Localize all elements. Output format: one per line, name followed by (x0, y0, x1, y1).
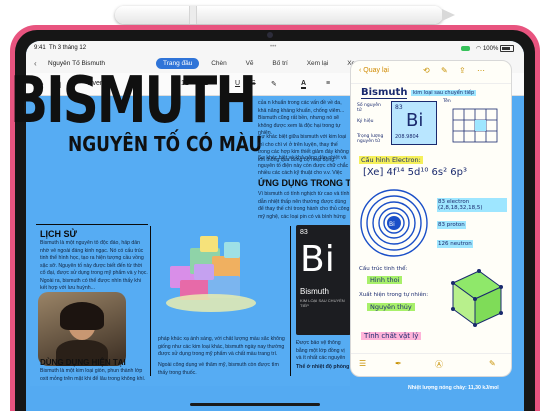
column-divider (150, 226, 151, 376)
note-element-box: 83 Bi 208.9804 (391, 101, 437, 145)
highlight-icon[interactable]: ✎ (271, 80, 277, 88)
hair-shape (60, 302, 104, 330)
notes-bottom-bar: ☰ ✒ Ⓐ ✎ (351, 353, 511, 376)
note-crystal-value: Hình thoi (367, 276, 403, 284)
note-physical-heading: Tính chất vật lý (361, 332, 422, 340)
applications-heading: ỨNG DỤNG TRONG TƯ (258, 178, 359, 188)
share-icon[interactable]: ⇪ (459, 66, 466, 75)
notes-back-button: Quay lại (363, 67, 389, 74)
medical-paragraph: Bismuth là một kim loại giòn, phun thành… (40, 368, 146, 382)
note-atom-diagram: Bi (360, 189, 428, 257)
note-symbol-label: Ký hiệu (357, 119, 374, 124)
compose-icon[interactable]: ✎ (489, 359, 496, 368)
markup-pen-icon[interactable]: ✒ (395, 359, 402, 368)
note-box-symbol: Bi (406, 110, 424, 131)
note-proton-count: 83 proton (437, 221, 466, 229)
multitask-dots-icon[interactable]: ••• (270, 44, 276, 50)
element-note-paragraph: Được bảo vệ thông bằng một lớp đồng vị v… (296, 340, 346, 361)
element-category: KIM LOẠI SAU CHUYỂN TIẾP (300, 298, 345, 308)
note-element-category: kim loại sau chuyển tiếp (411, 90, 477, 96)
element-foot-label: Thể ở nhiệt độ phòng (296, 364, 350, 370)
section-divider (36, 224, 148, 225)
note-mass-label: Trọng lượng nguyên tử (357, 134, 384, 144)
camera-icon (267, 32, 273, 38)
facetime-video-thumbnail[interactable] (38, 292, 126, 366)
checklist-icon[interactable]: ☰ (359, 359, 366, 368)
note-electron-heading: Cấu hình Electron: (359, 156, 423, 164)
pencil-tip (442, 9, 455, 21)
intro-paragraph-3: Sự khác biệt về khả năng dẫn nhiệt và ng… (258, 155, 349, 175)
element-symbol: Bi (300, 239, 335, 280)
intro-paragraph: của n khuẩn trong các vấn đề về da, khả … (258, 100, 345, 136)
text-format-icon[interactable]: Ⓐ (435, 359, 443, 370)
bismuth-crystal-image (160, 228, 260, 323)
history-heading: LỊCH SỬ (40, 229, 77, 239)
note-nature-heading: Xuất hiện trong tự nhiên: (359, 292, 429, 298)
column-divider-2 (290, 226, 291, 376)
note-nature-value: Nguyên thủy (367, 303, 415, 311)
element-number: 83 (300, 229, 308, 236)
wifi-icon: ◠ (476, 46, 482, 53)
caption-paragraph: pháp khúc xạ ánh sáng, với chất lượng mà… (158, 336, 285, 357)
battery-icon (500, 45, 514, 52)
note-element-title: Bismuth (361, 87, 408, 99)
note-crystal-cube (451, 269, 503, 327)
pen-tool-icon[interactable]: ✎ (441, 66, 448, 75)
note-periodic-grid (452, 108, 498, 143)
history-paragraph: Bismuth là một nguyên tố độc đáo, hấp dẫ… (40, 240, 148, 291)
note-box-mass: 208.9804 (395, 134, 419, 140)
svg-text:Bi: Bi (389, 221, 395, 228)
status-time: 9:41 (34, 45, 46, 51)
note-neutron-count: 126 neutron (437, 240, 473, 248)
notes-slide-over: ‹ Quay lại ⟲ ✎ ⇪ ⋯ Bismuth kim loại sau … (350, 60, 512, 377)
note-name-label: Tên (443, 99, 451, 104)
font-color-icon[interactable]: A (301, 80, 307, 89)
tab-review[interactable]: Xem lại (300, 58, 336, 69)
align-left-icon[interactable]: ≡ (326, 80, 330, 87)
tab-layout[interactable]: Bố trí (265, 58, 295, 69)
note-box-number: 83 (395, 104, 403, 111)
battery-level: 100% (482, 46, 499, 53)
notes-nav-bar: ‹ Quay lại ⟲ ✎ ⇪ ⋯ (351, 61, 511, 84)
more-options-icon[interactable]: ⋯ (477, 66, 485, 75)
undo-circle-icon[interactable]: ⟲ (423, 66, 430, 75)
caption-paragraph-2: Ngoài công dụng về thẩm mỹ, bismuth còn … (158, 362, 279, 376)
element-card: 83 Bi Bismuth KIM LOẠI SAU CHUYỂN TIẾP (296, 225, 351, 335)
facetime-indicator-icon (461, 46, 471, 51)
element-foot-text: Nhiệt lượng nóng chảy: 11,30 kJ/mol (408, 385, 499, 391)
element-name: Bismuth (300, 287, 329, 296)
note-electron-config: [Xe] 4f¹⁴ 5d¹⁰ 6s² 6p³ (363, 167, 467, 178)
document-title-heading: BISMUTH (10, 63, 257, 138)
note-crystal-heading: Cấu trúc tinh thể: (359, 266, 408, 272)
status-bar: 9:41 Th 3 tháng 12 ••• ◠ 100% (26, 41, 524, 55)
apple-pencil (115, 6, 455, 24)
medical-heading: DÙNG DỤNG HIỆN TẠI (40, 358, 126, 367)
document-subtitle: NGUYÊN TỐ CÓ MÀU (68, 133, 263, 157)
home-indicator (190, 403, 320, 406)
note-atomic-label: Số nguyên tử (357, 103, 381, 113)
applications-paragraph: Vì bismuth có tính nghịch từ cao và tính… (258, 191, 350, 220)
pencil-band (189, 6, 197, 24)
note-electron-count: 83 electron (2,8,18,32,18,5) (437, 198, 507, 212)
status-date: Th 3 tháng 12 (49, 45, 87, 51)
